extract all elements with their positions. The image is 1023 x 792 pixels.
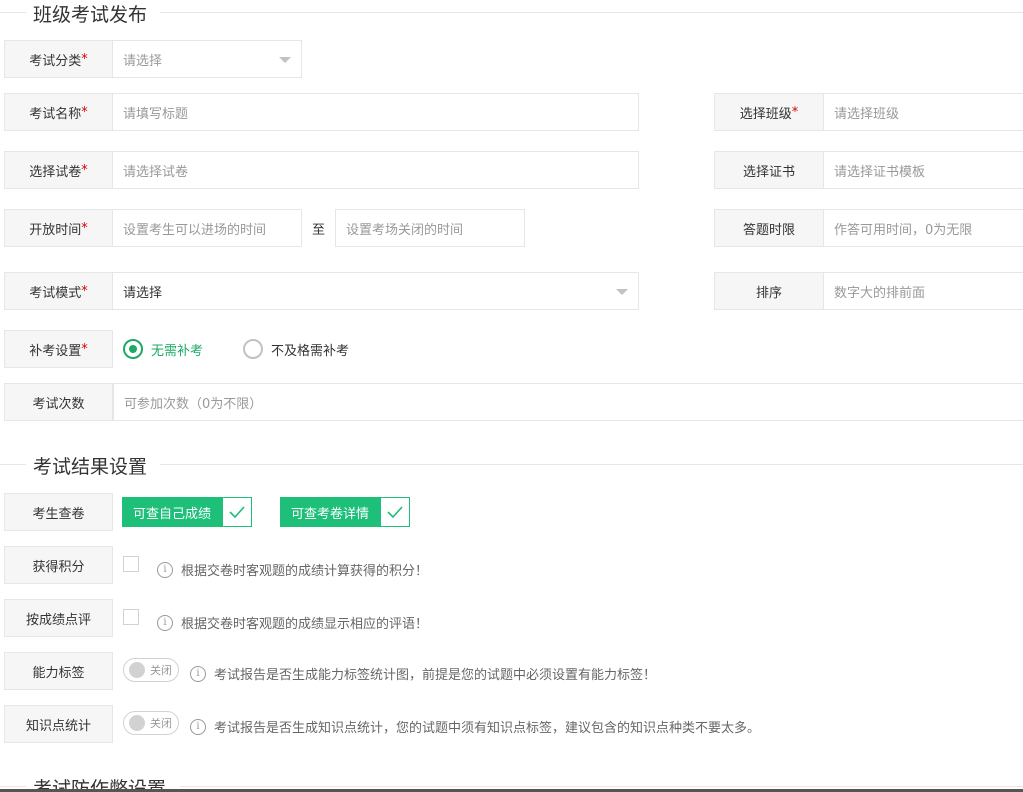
time-limit-label: 答题时限	[714, 209, 824, 247]
paper-label: 选择试卷 *	[4, 151, 113, 189]
knowledge-tip: i 考试报告是否生成知识点统计，您的试题中须有知识点标签，建议包含的知识点种类不…	[190, 717, 760, 736]
review-own-score-checkbox[interactable]: 可查自己成绩	[122, 497, 253, 527]
sort-label: 排序	[714, 272, 824, 310]
knowledge-label: 知识点统计	[4, 705, 113, 743]
switch-knob	[129, 662, 145, 678]
ability-switch[interactable]: 关闭	[123, 658, 179, 682]
info-icon: i	[190, 718, 206, 735]
info-icon: i	[190, 665, 206, 682]
section-header-result-settings: 考试结果设置	[0, 452, 1023, 479]
time-limit-input[interactable]: 作答可用时间，0为无限	[824, 209, 1023, 247]
class-label: 选择班级 *	[714, 93, 824, 131]
comment-checkbox[interactable]	[123, 609, 139, 625]
retake-option-none[interactable]: 无需补考	[123, 339, 203, 359]
ability-label: 能力标签	[4, 652, 113, 690]
retake-option-required[interactable]: 不及格需补考	[243, 339, 349, 359]
check-icon	[222, 497, 253, 527]
knowledge-switch[interactable]: 关闭	[123, 711, 179, 735]
mode-label: 考试模式 *	[4, 272, 113, 310]
certificate-label: 选择证书	[714, 151, 824, 189]
chevron-down-icon	[279, 57, 291, 63]
points-tip: i 根据交卷时客观题的成绩计算获得的积分！	[157, 560, 428, 579]
info-icon: i	[157, 561, 173, 578]
mode-select[interactable]: 请选择	[113, 272, 639, 310]
name-input[interactable]: 请填写标题	[113, 93, 639, 131]
attempts-label: 考试次数	[4, 383, 113, 421]
open-time-end-input[interactable]: 设置考场关闭的时间	[335, 209, 525, 247]
comment-label: 按成绩点评	[4, 599, 113, 637]
section-title: 班级考试发布	[27, 0, 154, 27]
name-label: 考试名称 *	[4, 93, 113, 131]
class-input[interactable]: 请选择班级	[824, 93, 1023, 131]
retake-label: 补考设置 *	[4, 330, 113, 368]
points-checkbox[interactable]	[123, 556, 139, 572]
comment-tip: i 根据交卷时客观题的成绩显示相应的评语！	[157, 613, 428, 632]
points-label: 获得积分	[4, 546, 113, 584]
radio-unchecked-icon	[243, 339, 263, 359]
section-header-exam-publish: 班级考试发布	[0, 0, 1023, 27]
review-paper-detail-checkbox[interactable]: 可查考卷详情	[280, 497, 411, 527]
certificate-input[interactable]: 请选择证书模板	[824, 151, 1023, 189]
review-label: 考生查卷	[4, 493, 113, 531]
open-time-start-input[interactable]: 设置考生可以进场的时间	[113, 209, 302, 247]
info-icon: i	[157, 614, 173, 631]
attempts-input[interactable]: 可参加次数（0为不限）	[113, 383, 1023, 421]
sort-input[interactable]: 数字大的排前面	[824, 272, 1023, 310]
category-label: 考试分类 *	[4, 40, 113, 78]
date-range-separator: 至	[312, 223, 326, 238]
switch-knob	[129, 715, 145, 731]
open-time-label: 开放时间 *	[4, 209, 113, 247]
paper-input[interactable]: 请选择试卷	[113, 151, 639, 189]
chevron-down-icon	[616, 289, 628, 295]
ability-tip: i 考试报告是否生成能力标签统计图，前提是您的试题中必须设置有能力标签！	[190, 664, 656, 683]
check-icon	[380, 497, 411, 527]
category-select[interactable]: 请选择	[113, 40, 302, 78]
section-title: 考试结果设置	[27, 452, 154, 479]
radio-checked-icon	[123, 339, 143, 359]
